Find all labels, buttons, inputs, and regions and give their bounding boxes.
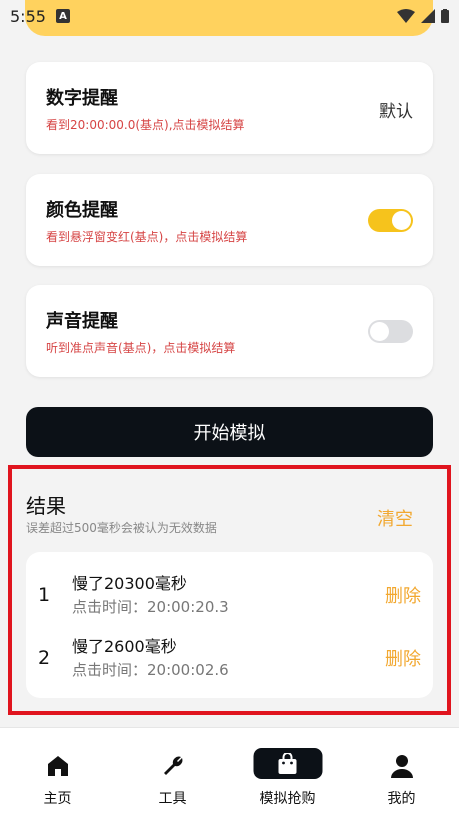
- delete-button[interactable]: 删除: [385, 645, 421, 671]
- nav-label: 模拟抢购: [259, 791, 316, 807]
- nav-mine[interactable]: 我的: [344, 728, 459, 817]
- card-title: 数字提醒: [46, 88, 118, 109]
- row-click-time: 点击时间：20:00:20.3: [72, 598, 229, 616]
- nav-tools[interactable]: 工具: [115, 728, 230, 817]
- clear-button[interactable]: 清空: [377, 505, 413, 531]
- wrench-icon: [155, 748, 191, 784]
- color-reminder-card: 颜色提醒 看到悬浮窗变红(基点)，点击模拟结算: [26, 174, 433, 266]
- nav-label: 我的: [387, 791, 416, 807]
- number-reminder-card[interactable]: 数字提醒 看到20:00:00.0(基点),点击模拟结算 默认: [26, 62, 433, 154]
- card-subtitle: 看到20:00:00.0(基点),点击模拟结算: [46, 118, 245, 132]
- card-subtitle: 听到准点声音(基点)，点击模拟结算: [46, 341, 236, 355]
- delete-button[interactable]: 删除: [385, 582, 421, 608]
- row-index: 1: [38, 584, 51, 606]
- person-icon: [384, 748, 420, 784]
- results-list: 1 慢了20300毫秒 点击时间：20:00:20.3 删除 2 慢了2600毫…: [26, 552, 433, 698]
- wifi-icon: [397, 9, 415, 23]
- results-title: 结果: [26, 494, 66, 518]
- default-value[interactable]: 默认: [379, 97, 413, 122]
- row-index: 2: [38, 647, 51, 669]
- home-icon: [40, 748, 76, 784]
- card-title: 声音提醒: [46, 311, 118, 332]
- result-row: 2 慢了2600毫秒 点击时间：20:00:02.6 删除: [26, 627, 433, 687]
- nav-label: 主页: [43, 791, 72, 807]
- status-time: 5:55: [10, 6, 46, 26]
- card-title: 颜色提醒: [46, 200, 118, 221]
- result-row: 1 慢了20300毫秒 点击时间：20:00:20.3 删除: [26, 564, 433, 624]
- toggle-knob: [392, 211, 411, 230]
- results-section: 结果 误差超过500毫秒会被认为无效数据 清空 1 慢了20300毫秒 点击时间…: [8, 465, 451, 715]
- nav-home[interactable]: 主页: [0, 728, 115, 817]
- status-bar: 5:55 A: [0, 0, 459, 32]
- signal-icon: [421, 9, 435, 23]
- nav-simulated-purchase[interactable]: 模拟抢购: [230, 728, 345, 817]
- shopping-bag-icon: [253, 748, 322, 779]
- bottom-nav: 主页 工具 模拟抢购 我的: [0, 727, 459, 817]
- battery-icon: [441, 9, 449, 23]
- notification-badge-icon: A: [55, 9, 70, 23]
- sound-reminder-card: 声音提醒 听到准点声音(基点)，点击模拟结算: [26, 285, 433, 377]
- nav-label: 工具: [158, 791, 187, 807]
- results-subtitle: 误差超过500毫秒会被认为无效数据: [26, 521, 217, 535]
- color-reminder-toggle[interactable]: [368, 209, 413, 232]
- row-delay: 慢了20300毫秒: [72, 574, 187, 593]
- toggle-knob: [370, 322, 389, 341]
- row-click-time: 点击时间：20:00:02.6: [72, 661, 229, 679]
- sound-reminder-toggle[interactable]: [368, 320, 413, 343]
- row-delay: 慢了2600毫秒: [72, 637, 177, 656]
- start-simulation-button[interactable]: 开始模拟: [26, 407, 433, 457]
- card-subtitle: 看到悬浮窗变红(基点)，点击模拟结算: [46, 230, 248, 244]
